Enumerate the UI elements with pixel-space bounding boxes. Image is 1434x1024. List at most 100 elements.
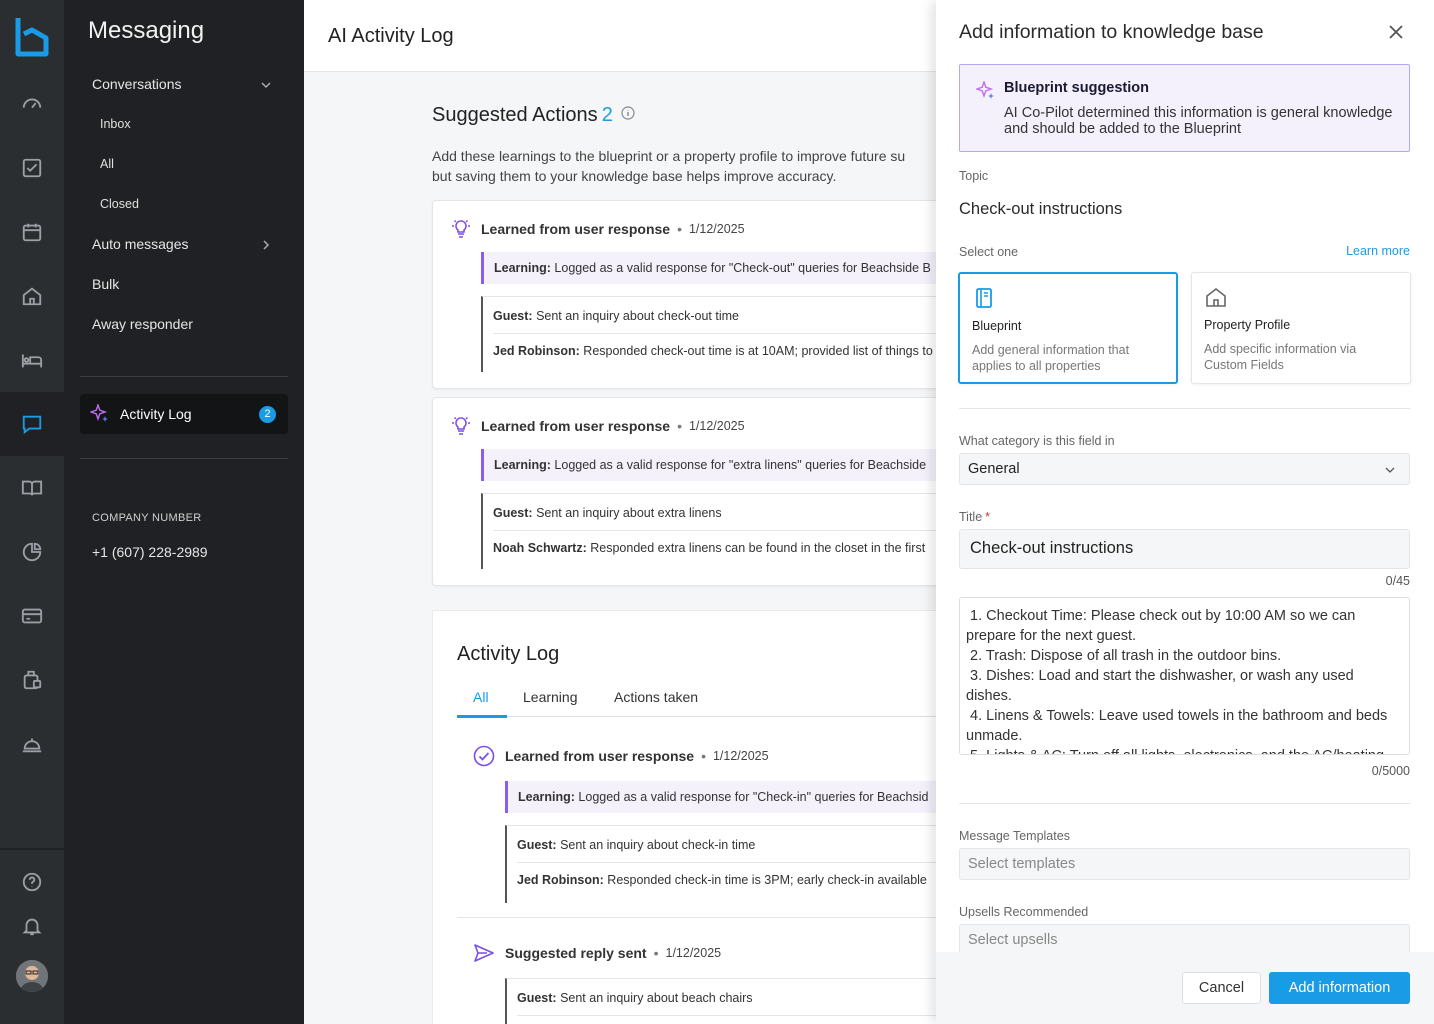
- card-header: Learned from user response • 1/12/2025: [449, 414, 745, 438]
- nav-closed[interactable]: Closed: [100, 197, 139, 211]
- suggested-actions-desc-line2: but saving them to your knowledge base h…: [432, 168, 837, 184]
- info-icon[interactable]: [621, 106, 635, 120]
- learning-text: Logged as a valid response for "Check-ou…: [550, 261, 931, 275]
- nav-away-responder[interactable]: Away responder: [92, 316, 193, 332]
- chevron-down-icon: [1385, 467, 1395, 473]
- guest-line: Guest: Sent an inquiry about check-in ti…: [517, 838, 755, 852]
- guest-line: Guest: Sent an inquiry about extra linen…: [493, 506, 722, 520]
- guest-text: Sent an inquiry about beach chairs: [556, 991, 753, 1005]
- title-counter: 0/45: [1385, 574, 1410, 588]
- guest-label: Guest:: [493, 506, 533, 520]
- host-text: Responded check-in time is 3PM; early ch…: [603, 873, 927, 887]
- guest-label: Guest:: [493, 309, 533, 323]
- host-label: Jed Robinson:: [493, 344, 580, 358]
- learning-text: Logged as a valid response for "Check-in…: [574, 790, 929, 804]
- entry-heading: Suggested reply sent: [505, 945, 647, 961]
- book-icon[interactable]: [0, 456, 64, 520]
- billing-icon[interactable]: [0, 584, 64, 648]
- nav-activity-log[interactable]: Activity Log 2: [80, 394, 288, 434]
- tab-all[interactable]: All: [473, 689, 489, 705]
- option-description: Add general information that applies to …: [972, 343, 1130, 373]
- body-counter: 0/5000: [1371, 764, 1410, 778]
- templates-select[interactable]: Select templates: [959, 848, 1410, 880]
- option-property-profile[interactable]: Property Profile Add specific informatio…: [1191, 272, 1411, 384]
- option-description: Add specific information via Custom Fiel…: [1204, 342, 1357, 372]
- category-select[interactable]: General: [959, 453, 1410, 485]
- learn-more-link[interactable]: Learn more: [1346, 244, 1410, 258]
- nav-inbox[interactable]: Inbox: [100, 117, 131, 131]
- cancel-button[interactable]: Cancel: [1182, 972, 1261, 1004]
- learning-label: Learning:: [494, 458, 551, 472]
- home-icon[interactable]: [0, 264, 64, 328]
- active-tab-indicator: [457, 715, 507, 718]
- knowledge-base-drawer: Add information to knowledge base Bluepr…: [936, 0, 1434, 1024]
- sparkle-icon: [90, 404, 108, 422]
- suggested-action-card[interactable]: Learned from user response • 1/12/2025 Lea…: [432, 397, 936, 586]
- activity-entry-header: Suggested reply sent • 1/12/2025: [473, 942, 721, 964]
- chevron-right-icon[interactable]: [260, 239, 272, 251]
- concierge-icon[interactable]: [0, 712, 64, 776]
- guest-label: Guest:: [517, 838, 557, 852]
- tab-actions-taken[interactable]: Actions taken: [614, 689, 698, 705]
- title-input[interactable]: Check-out instructions: [959, 529, 1410, 569]
- activity-count-badge: 2: [259, 406, 276, 423]
- learning-note: Learning: Logged as a valid response for…: [505, 781, 936, 813]
- suggested-actions-heading: Suggested Actions: [432, 104, 598, 126]
- avatar[interactable]: [16, 960, 48, 992]
- bell-icon[interactable]: [0, 894, 64, 958]
- check-circle-icon: [473, 745, 495, 767]
- tasks-icon[interactable]: [0, 136, 64, 200]
- body-textarea[interactable]: 1. Checkout Time: Please check out by 10…: [959, 597, 1410, 755]
- lightbulb-icon: [452, 417, 470, 435]
- section-divider: [959, 803, 1410, 804]
- nav-conversations[interactable]: Conversations: [92, 76, 182, 92]
- nav-all[interactable]: All: [100, 157, 114, 171]
- calendar-icon[interactable]: [0, 200, 64, 264]
- suggested-actions-title: Suggested Actions 2: [432, 104, 635, 127]
- title-label: Title *: [959, 510, 990, 524]
- bed-icon[interactable]: [0, 328, 64, 392]
- card-heading: Learned from user response: [481, 418, 671, 434]
- chevron-down-icon[interactable]: [260, 79, 272, 91]
- suggested-actions-count: 2: [601, 104, 613, 126]
- guest-label: Guest:: [517, 991, 557, 1005]
- lightbulb-icon: [452, 220, 470, 238]
- conversation-summary: Guest: Sent an inquiry about check-out t…: [481, 296, 936, 372]
- suggestion-title: Blueprint suggestion: [1004, 80, 1149, 96]
- guest-line: Guest: Sent an inquiry about check-out t…: [493, 309, 739, 323]
- nav-divider: [80, 376, 288, 377]
- company-number: +1 (607) 228-2989: [92, 544, 208, 560]
- section-title: Messaging: [88, 17, 205, 44]
- title-label-text: Title: [959, 510, 983, 524]
- page-title: AI Activity Log: [328, 25, 454, 47]
- learning-label: Learning:: [518, 790, 575, 804]
- close-icon[interactable]: [1388, 24, 1404, 40]
- learning-text: Logged as a valid response for "extra li…: [550, 458, 927, 472]
- option-blueprint[interactable]: Blueprint Add general information that a…: [958, 272, 1178, 384]
- logo-icon[interactable]: [14, 16, 50, 60]
- tab-learning[interactable]: Learning: [523, 689, 578, 705]
- guest-text: Sent an inquiry about check-out time: [532, 309, 739, 323]
- add-information-button[interactable]: Add information: [1269, 972, 1410, 1004]
- host-text: Responded extra linens can be found in t…: [586, 541, 926, 555]
- company-number-label: COMPANY NUMBER: [92, 512, 202, 524]
- drawer-title: Add information to knowledge base: [959, 21, 1264, 43]
- suggested-action-card[interactable]: Learned from user response • 1/12/2025 Lea…: [432, 200, 936, 389]
- learning-label: Learning:: [494, 261, 551, 275]
- nav-auto-messages[interactable]: Auto messages: [92, 236, 189, 252]
- templates-placeholder: Select templates: [968, 856, 1076, 872]
- blueprint-suggestion-banner: Blueprint suggestion AI Co-Pilot determi…: [959, 64, 1410, 152]
- activity-log-title: Activity Log: [457, 643, 560, 665]
- nav-bulk[interactable]: Bulk: [92, 276, 119, 292]
- chat-icon[interactable]: [0, 392, 64, 456]
- reports-icon[interactable]: [0, 520, 64, 584]
- learning-note: Learning: Logged as a valid response for…: [481, 252, 936, 284]
- dashboard-icon[interactable]: [0, 72, 64, 136]
- luggage-icon[interactable]: [0, 648, 64, 712]
- host-line: Noah Schwartz: Responded extra linens ca…: [493, 541, 925, 555]
- learning-note: Learning: Logged as a valid response for…: [481, 449, 936, 481]
- activity-tabs: All Learning Actions taken: [457, 689, 936, 718]
- option-name: Blueprint: [972, 319, 1022, 333]
- card-header: Learned from user response • 1/12/2025: [449, 217, 745, 241]
- conversation-divider: [493, 333, 936, 334]
